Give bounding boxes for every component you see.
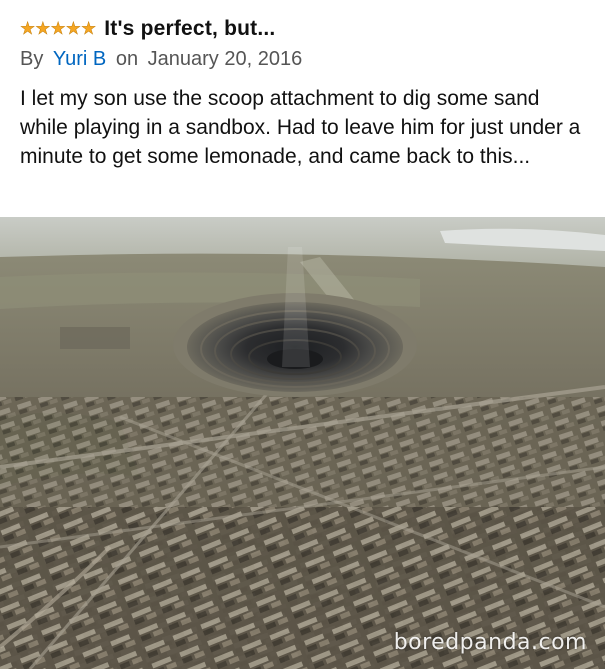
review-header: ★ ★ ★ ★ ★ It's perfect, but... [20, 14, 275, 44]
star-icon: ★ [50, 18, 66, 39]
review-photo: boredpanda.com [0, 217, 605, 669]
star-icon: ★ [81, 18, 97, 39]
star-icon: ★ [65, 18, 81, 39]
watermark-text: boredpanda.com [393, 630, 587, 655]
review-body: I let my son use the scoop attachment to… [20, 87, 581, 168]
star-icon: ★ [20, 18, 36, 39]
aerial-mine-image [0, 217, 605, 669]
review-date: January 20, 2016 [147, 48, 303, 70]
author-link[interactable]: Yuri B [53, 48, 106, 70]
review-card: ★ ★ ★ ★ ★ It's perfect, but... By Yuri B on … [0, 0, 605, 217]
star-rating: ★ ★ ★ ★ ★ [20, 18, 97, 39]
by-label: By [20, 48, 44, 70]
review-byline: By Yuri B on January 20, 2016 [20, 48, 302, 71]
review-title[interactable]: It's perfect, but... [104, 17, 275, 41]
star-icon: ★ [35, 18, 51, 39]
on-label: on [115, 48, 139, 70]
